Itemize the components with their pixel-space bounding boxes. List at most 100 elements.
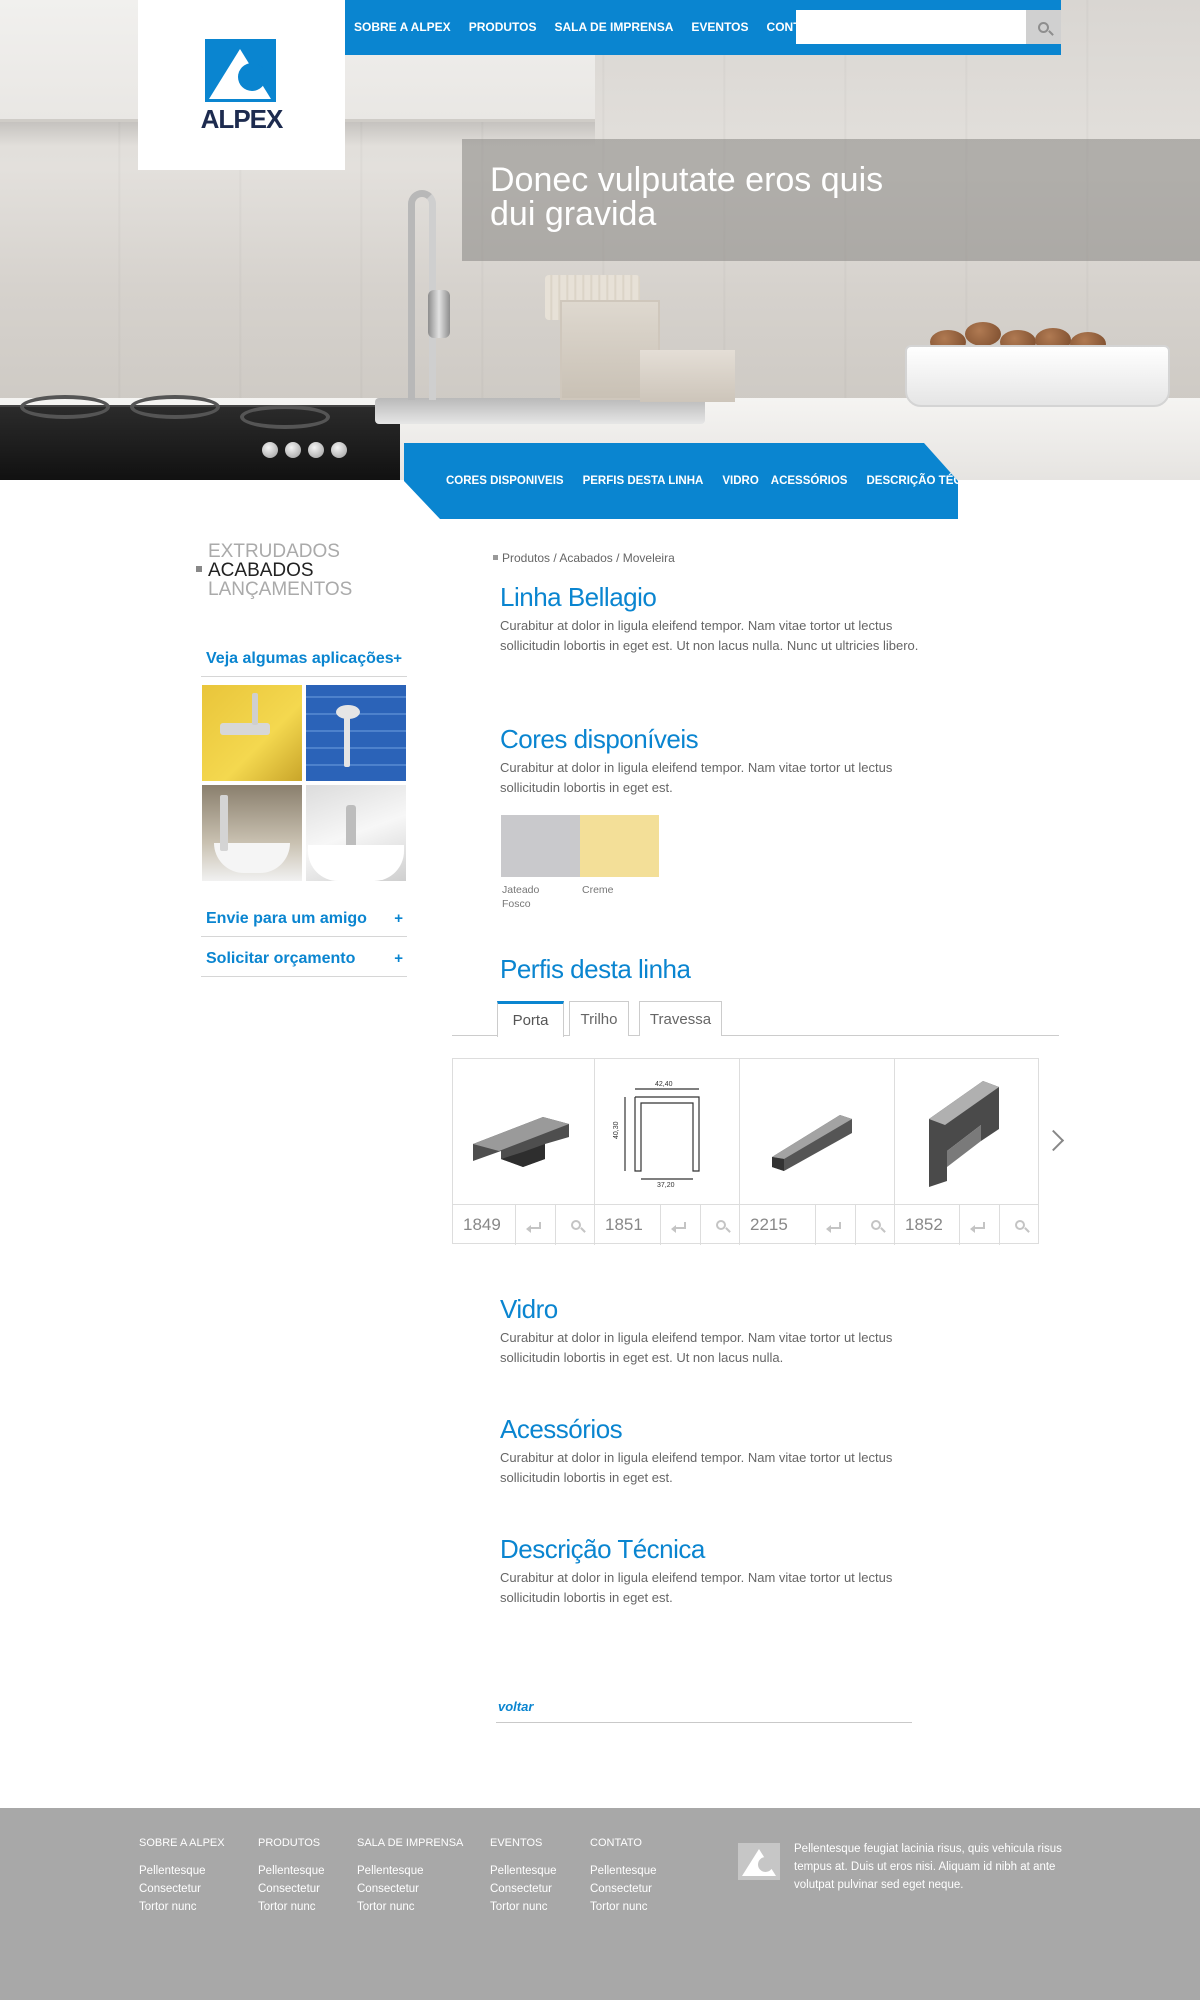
plus-icon: +: [394, 910, 403, 927]
section-text-bellagio: Curabitur at dolor in ligula eleifend te…: [500, 618, 919, 653]
section-nav: CORES DISPONIVEIS PERFIS DESTA LINHA VID…: [404, 443, 958, 519]
return-button[interactable]: [515, 1205, 555, 1245]
footer-link[interactable]: Tortor nunc: [357, 1898, 463, 1916]
tab-trilho[interactable]: Trilho: [569, 1001, 629, 1036]
profile-code: 1849: [463, 1215, 501, 1234]
logo[interactable]: ALPEX: [138, 0, 345, 170]
search-icon: [1038, 21, 1049, 33]
footer-column-title[interactable]: CONTATO: [590, 1837, 657, 1849]
color-label: Creme: [582, 884, 614, 896]
zoom-button[interactable]: [555, 1205, 595, 1245]
return-button[interactable]: [660, 1205, 700, 1245]
profile-image: [895, 1059, 1039, 1204]
zoom-button[interactable]: [700, 1205, 740, 1245]
profile-card[interactable]: 1852: [895, 1059, 1039, 1245]
tab-travessa[interactable]: Travessa: [639, 1001, 722, 1036]
return-button[interactable]: [815, 1205, 855, 1245]
footer-link[interactable]: Tortor nunc: [490, 1898, 557, 1916]
profile-footer: 1852: [895, 1204, 1039, 1245]
application-thumbnail[interactable]: [202, 785, 302, 881]
footer-link[interactable]: Pellentesque: [258, 1862, 325, 1880]
nav-item-eventos[interactable]: EVENTOS: [691, 20, 748, 34]
hero-caption-panel: Donec vulputate eros quis dui gravida: [462, 139, 1200, 261]
hero-caption: Donec vulputate eros quis dui gravida: [490, 161, 884, 233]
color-swatch[interactable]: [501, 815, 580, 877]
zoom-icon: [570, 1220, 581, 1230]
profile-card[interactable]: 1849: [453, 1059, 595, 1245]
footer-link[interactable]: Consectetur: [490, 1880, 557, 1898]
section-title-perfis: Perfis desta linha: [500, 954, 691, 984]
footer-column: CONTATO Pellentesque Consectetur Tortor …: [590, 1837, 657, 1916]
plus-icon: +: [393, 650, 402, 667]
footer-column-title[interactable]: SALA DE IMPRENSA: [357, 1837, 463, 1849]
section-link-cores[interactable]: CORES DISPONIVEIS: [446, 475, 564, 487]
application-thumbnail[interactable]: [202, 685, 302, 781]
footer-column: SOBRE A ALPEX Pellentesque Consectetur T…: [139, 1837, 225, 1916]
footer-link[interactable]: Tortor nunc: [590, 1898, 657, 1916]
section-text-acessorios: Curabitur at dolor in ligula eleifend te…: [500, 1450, 893, 1485]
search-button[interactable]: [1026, 10, 1061, 44]
footer-link[interactable]: Pellentesque: [357, 1862, 463, 1880]
category-acabados[interactable]: ACABADOS: [208, 561, 352, 580]
footer-column-title[interactable]: EVENTOS: [490, 1837, 557, 1849]
section-text-vidro: Curabitur at dolor in ligula eleifend te…: [500, 1330, 893, 1365]
request-quote-link[interactable]: Solicitar orçamento +: [201, 941, 407, 977]
profile-card[interactable]: 2215: [740, 1059, 895, 1245]
serving-dish: [905, 345, 1170, 407]
page: Donec vulputate eros quis dui gravida SO…: [0, 0, 1200, 2000]
applications-toggle[interactable]: Veja algumas aplicações +: [201, 641, 407, 677]
chevron-right-icon[interactable]: [1044, 1130, 1064, 1154]
category-extrudados[interactable]: EXTRUDADOS: [208, 542, 352, 561]
section-title-descricao: Descrição Técnica: [500, 1534, 705, 1564]
footer-link[interactable]: Tortor nunc: [258, 1898, 325, 1916]
application-thumbnail[interactable]: [306, 785, 406, 881]
zoom-icon: [1014, 1220, 1025, 1230]
return-icon: [670, 1221, 686, 1233]
section-link-vidro[interactable]: VIDRO: [722, 475, 758, 487]
section-text-cores: Curabitur at dolor in ligula eleifend te…: [500, 760, 893, 795]
footer-link[interactable]: Pellentesque: [590, 1862, 657, 1880]
profile-code: 2215: [750, 1215, 788, 1234]
footer-column-title[interactable]: PRODUTOS: [258, 1837, 325, 1849]
profile-image: 42,40 40,30 37,20: [595, 1059, 739, 1204]
nav-item-produtos[interactable]: PRODUTOS: [469, 20, 537, 34]
category-lancamentos[interactable]: LANÇAMENTOS: [208, 580, 352, 599]
profile-footer: 1851: [595, 1204, 740, 1245]
back-link[interactable]: voltar: [498, 1699, 533, 1714]
footer-link[interactable]: Consectetur: [590, 1880, 657, 1898]
section-link-perfis[interactable]: PERFIS DESTA LINHA: [583, 475, 704, 487]
zoom-icon: [870, 1220, 881, 1230]
burner: [240, 405, 330, 429]
stove-knob: [331, 442, 347, 458]
color-swatch[interactable]: [580, 815, 659, 877]
nav-item-sobre[interactable]: SOBRE A ALPEX: [354, 20, 451, 34]
section-text-descricao: Curabitur at dolor in ligula eleifend te…: [500, 1570, 893, 1605]
top-nav: SOBRE A ALPEX PRODUTOS SALA DE IMPRENSA …: [302, 0, 1061, 55]
return-icon: [969, 1221, 985, 1233]
return-icon: [825, 1221, 841, 1233]
footer-column-title[interactable]: SOBRE A ALPEX: [139, 1837, 225, 1849]
footer-link[interactable]: Consectetur: [139, 1880, 225, 1898]
send-friend-link[interactable]: Envie para um amigo +: [201, 901, 407, 937]
footer-link[interactable]: Consectetur: [357, 1880, 463, 1898]
nav-item-sala-de-imprensa[interactable]: SALA DE IMPRENSA: [554, 20, 673, 34]
footer-link[interactable]: Pellentesque: [139, 1862, 225, 1880]
dimension-label: 40,30: [613, 1121, 620, 1139]
profiles-carousel: 1849 42,40 40,30 37,20 1851 2215 1852: [452, 1058, 1039, 1245]
footer-link[interactable]: Consectetur: [258, 1880, 325, 1898]
zoom-button[interactable]: [999, 1205, 1039, 1245]
plus-icon: +: [394, 950, 403, 967]
application-thumbnail[interactable]: [306, 685, 406, 781]
footer-link[interactable]: Tortor nunc: [139, 1898, 225, 1916]
profile-footer: 2215: [740, 1204, 895, 1245]
faucet-head: [428, 290, 450, 338]
tab-porta[interactable]: Porta: [497, 1001, 564, 1037]
profile-card[interactable]: 42,40 40,30 37,20 1851: [595, 1059, 740, 1245]
section-link-acessorios[interactable]: ACESSÓRIOS: [771, 475, 848, 487]
return-button[interactable]: [959, 1205, 999, 1245]
zoom-button[interactable]: [855, 1205, 895, 1245]
footer-link[interactable]: Pellentesque: [490, 1862, 557, 1880]
dimension-label: 42,40: [655, 1081, 673, 1088]
search-input[interactable]: [796, 10, 1026, 44]
footer-column: EVENTOS Pellentesque Consectetur Tortor …: [490, 1837, 557, 1916]
